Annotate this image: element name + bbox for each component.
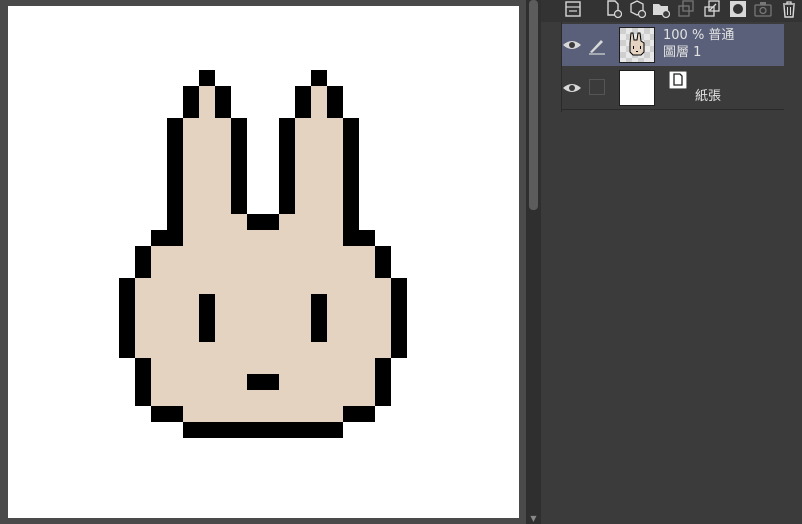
scrollbar-thumb[interactable] <box>529 0 538 210</box>
layer-row-paper[interactable]: 紙張 <box>562 67 784 110</box>
layer-panel: 100 % 普通 圖層 1 紙張 <box>541 0 802 524</box>
new-folder-icon[interactable] <box>652 0 671 19</box>
layer-mask-icon[interactable] <box>729 0 747 18</box>
layer-name: 紙張 <box>695 89 722 104</box>
drawing-canvas[interactable] <box>8 6 519 518</box>
layer-thumbnail-paper <box>619 70 655 106</box>
layer-property-icon[interactable] <box>564 0 582 18</box>
edit-target-checkbox[interactable] <box>589 79 605 95</box>
merge-down-icon[interactable] <box>703 0 721 18</box>
visibility-eye-icon[interactable] <box>561 77 583 99</box>
scroll-down-icon[interactable]: ▼ <box>526 514 541 524</box>
trash-icon[interactable] <box>780 0 798 18</box>
layer-opacity-mode: 100 % 普通 <box>663 28 735 43</box>
layer-toolbar <box>541 0 802 22</box>
new-raster-layer-icon[interactable] <box>604 0 623 19</box>
pen-edit-icon[interactable] <box>587 35 607 55</box>
visibility-eye-icon[interactable] <box>561 34 583 56</box>
canvas-workspace <box>0 0 526 524</box>
layer-name: 圖層 1 <box>663 45 702 60</box>
layer-row-1[interactable]: 100 % 普通 圖層 1 <box>562 24 784 66</box>
camera-icon[interactable] <box>754 0 772 18</box>
copy-layer-icon[interactable] <box>677 0 695 18</box>
paper-icon <box>668 70 688 90</box>
layer-thumbnail-rabbit <box>619 27 656 64</box>
canvas-vertical-scrollbar[interactable]: ▼ <box>526 0 541 524</box>
new-vector-layer-icon[interactable] <box>628 0 647 19</box>
rabbit-pixel-art <box>119 70 407 438</box>
